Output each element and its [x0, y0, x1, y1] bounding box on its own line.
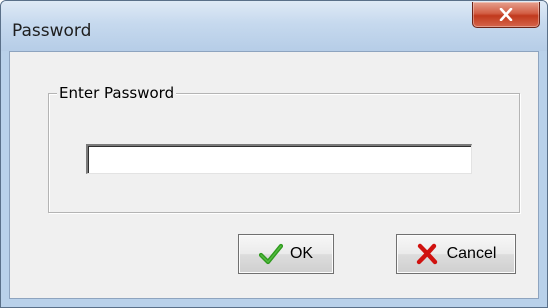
- cancel-button[interactable]: Cancel: [396, 234, 516, 274]
- window-title: Password: [12, 21, 92, 41]
- red-x-icon: [416, 243, 440, 265]
- password-dialog: Password Enter Password OK Cancel: [0, 0, 548, 308]
- checkmark-icon: [258, 243, 283, 265]
- ok-button-label: OK: [289, 245, 314, 262]
- close-icon: [499, 8, 513, 21]
- cancel-button-label: Cancel: [446, 245, 497, 262]
- title-bar[interactable]: Password: [1, 1, 547, 51]
- close-button[interactable]: [472, 2, 540, 28]
- password-groupbox: Enter Password: [48, 83, 520, 213]
- ok-button[interactable]: OK: [238, 234, 334, 274]
- password-input[interactable]: [86, 144, 472, 174]
- group-label: Enter Password: [57, 83, 177, 103]
- dialog-body: Enter Password OK Cancel: [9, 51, 539, 299]
